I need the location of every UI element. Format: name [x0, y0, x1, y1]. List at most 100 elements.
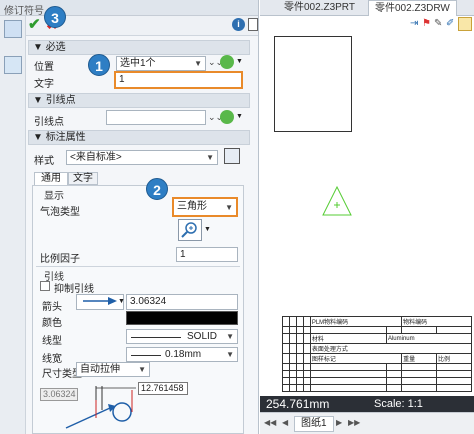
- bubble-type-label: 气泡类型: [40, 207, 80, 218]
- linetype-select[interactable]: SOLID ▼: [126, 329, 238, 344]
- arrow-dropdown-icon[interactable]: ▼: [118, 298, 125, 305]
- drawing-canvas[interactable]: ⇥ ⚑ ✎ ✐ PLM物料编码 物料编码 材料 Aluminum 表面处理方式 图样…: [260, 16, 474, 434]
- chevron-down-icon: ▼: [225, 203, 233, 212]
- pencil-icon[interactable]: ✎: [434, 18, 446, 30]
- linewidth-value: 0.18mm: [165, 349, 202, 360]
- style-label: 样式: [34, 156, 54, 167]
- linetype-label: 线型: [42, 336, 62, 347]
- pick-dropdown-icon[interactable]: ▼: [236, 113, 243, 120]
- arrow-icon: [83, 297, 117, 305]
- linetype-value: SOLID: [187, 331, 218, 342]
- color-swatch[interactable]: [126, 311, 238, 325]
- tb-surface: 表面处理方式: [309, 343, 472, 354]
- triangle-bubble[interactable]: [320, 184, 354, 218]
- callout-2: 2: [146, 178, 168, 200]
- chevron-down-icon: ▼: [194, 59, 202, 68]
- chevron-down-icon: ▼: [226, 332, 234, 341]
- style-select[interactable]: <来自标准> ▼: [66, 150, 218, 165]
- color-label: 颜色: [42, 318, 62, 329]
- text-value: 1: [119, 74, 125, 85]
- tab-text[interactable]: 文字: [68, 172, 98, 185]
- linewidth-select[interactable]: 0.18mm ▼: [126, 347, 238, 362]
- part-view[interactable]: [274, 36, 352, 132]
- section-required-label: 必选: [45, 42, 66, 53]
- tb-material: 材料: [309, 333, 387, 344]
- sheet-tab-1[interactable]: 图纸1: [294, 416, 334, 432]
- pick-dropdown-icon[interactable]: ▼: [236, 58, 243, 65]
- style-value: <来自标准>: [70, 152, 122, 163]
- divider: [36, 266, 240, 267]
- first-sheet-icon[interactable]: ◀◀: [264, 418, 276, 427]
- section-annotation-props-label: 标注属性: [45, 132, 86, 143]
- dimtype-select[interactable]: 自动拉伸 ▼: [76, 362, 150, 377]
- tb-material-code: 物料编码: [401, 316, 472, 327]
- callout-3: 3: [44, 6, 66, 28]
- bubble-type-value: 三角形: [177, 201, 207, 212]
- dim-left-box: 3.06324: [40, 388, 78, 401]
- zoom-pick-icon[interactable]: [178, 219, 202, 241]
- arrow-size-input[interactable]: 3.06324: [126, 294, 238, 310]
- suppress-leader-checkbox[interactable]: [40, 281, 50, 291]
- position-value: 选中1个: [120, 58, 156, 69]
- pick-icon[interactable]: [220, 110, 234, 124]
- tb-weight: 重量: [401, 353, 438, 364]
- leader-point-field[interactable]: [106, 110, 206, 125]
- leader-point-label: 引线点: [34, 117, 64, 128]
- tab-general[interactable]: 通用: [34, 172, 68, 185]
- line-sample: [131, 355, 161, 356]
- next-sheet-icon[interactable]: ▶: [336, 418, 342, 427]
- scale-label: 比例因子: [40, 254, 80, 265]
- status-bar: 254.761mm Scale: 1:1: [260, 396, 474, 412]
- brush-icon[interactable]: ✐: [446, 18, 458, 30]
- arrow-label: 箭头: [42, 302, 62, 313]
- callout-1: 1: [88, 54, 110, 76]
- tab-part-doc[interactable]: 零件002.Z3PRT: [278, 0, 361, 16]
- info-icon[interactable]: i: [232, 18, 245, 31]
- position-label: 位置: [34, 62, 54, 73]
- display-heading: 显示: [44, 191, 64, 202]
- confirm-icon[interactable]: ✔: [28, 17, 44, 33]
- text-label: 文字: [34, 79, 54, 90]
- section-required[interactable]: ▼ 必选: [28, 40, 250, 55]
- arrow-size-value: 3.06324: [130, 296, 167, 307]
- prev-sheet-icon[interactable]: ◀: [282, 418, 288, 427]
- scale-readout: Scale: 1:1: [374, 398, 423, 410]
- title-block[interactable]: PLM物料编码 物料编码 材料 Aluminum 表面处理方式 图样标记 重量 比例: [282, 316, 472, 398]
- section-annotation-props[interactable]: ▼ 标注属性: [28, 130, 250, 145]
- panel-title: 修订符号: [0, 0, 258, 17]
- revision-symbol-panel: 修订符号 ✔ ✖ i ▼ 必选 位置 选中1个 ▼ ⌄⌄ ▼ 文字 1 ▼ 引线…: [0, 0, 259, 434]
- dimtype-value: 自动拉伸: [80, 364, 120, 375]
- chevron-down-icon: ▼: [226, 350, 234, 359]
- section-leader-point[interactable]: ▼ 引线点: [28, 93, 250, 108]
- zoom-dropdown-icon[interactable]: ▼: [204, 226, 211, 233]
- import-icon[interactable]: ⇥: [410, 18, 422, 30]
- position-field[interactable]: 选中1个 ▼: [116, 56, 206, 71]
- tab-drawing-doc[interactable]: 零件002.Z3DRW: [368, 0, 457, 16]
- bubble-type-select[interactable]: 三角形 ▼: [172, 197, 238, 217]
- coordinate-readout: 254.761mm: [266, 397, 330, 411]
- tb-drawing-no: 图样标记: [309, 353, 403, 364]
- suppress-leader-label: 抑制引线: [54, 284, 94, 295]
- scale-value: 1: [180, 249, 186, 260]
- tb-material-value: Aluminum: [385, 333, 472, 344]
- document-icon[interactable]: [248, 18, 258, 31]
- view-icon[interactable]: [4, 56, 22, 74]
- image-icon[interactable]: [458, 17, 472, 31]
- tb-scale: 比例: [436, 353, 472, 364]
- flag-icon[interactable]: ⚑: [422, 18, 434, 30]
- pick-icon[interactable]: [220, 55, 234, 69]
- chevron-down-icon: ▼: [206, 153, 214, 162]
- sheet-tabbar: ◀◀ ◀ 图纸1 ▶ ▶▶: [260, 412, 474, 434]
- text-input[interactable]: 1: [114, 71, 243, 89]
- scale-input[interactable]: 1: [176, 247, 238, 262]
- dim-top-box: 12.761458: [138, 382, 188, 395]
- document-tabbar: 零件002.Z3PRT 零件002.Z3DRW: [260, 0, 474, 16]
- linewidth-label: 线宽: [42, 354, 62, 365]
- table-icon[interactable]: [4, 20, 22, 38]
- save-style-icon[interactable]: [224, 148, 240, 164]
- section-leader-point-label: 引线点: [45, 95, 76, 106]
- line-sample: [131, 337, 181, 338]
- arrow-style-select[interactable]: [76, 294, 124, 310]
- side-strip: [0, 16, 26, 434]
- last-sheet-icon[interactable]: ▶▶: [348, 418, 360, 427]
